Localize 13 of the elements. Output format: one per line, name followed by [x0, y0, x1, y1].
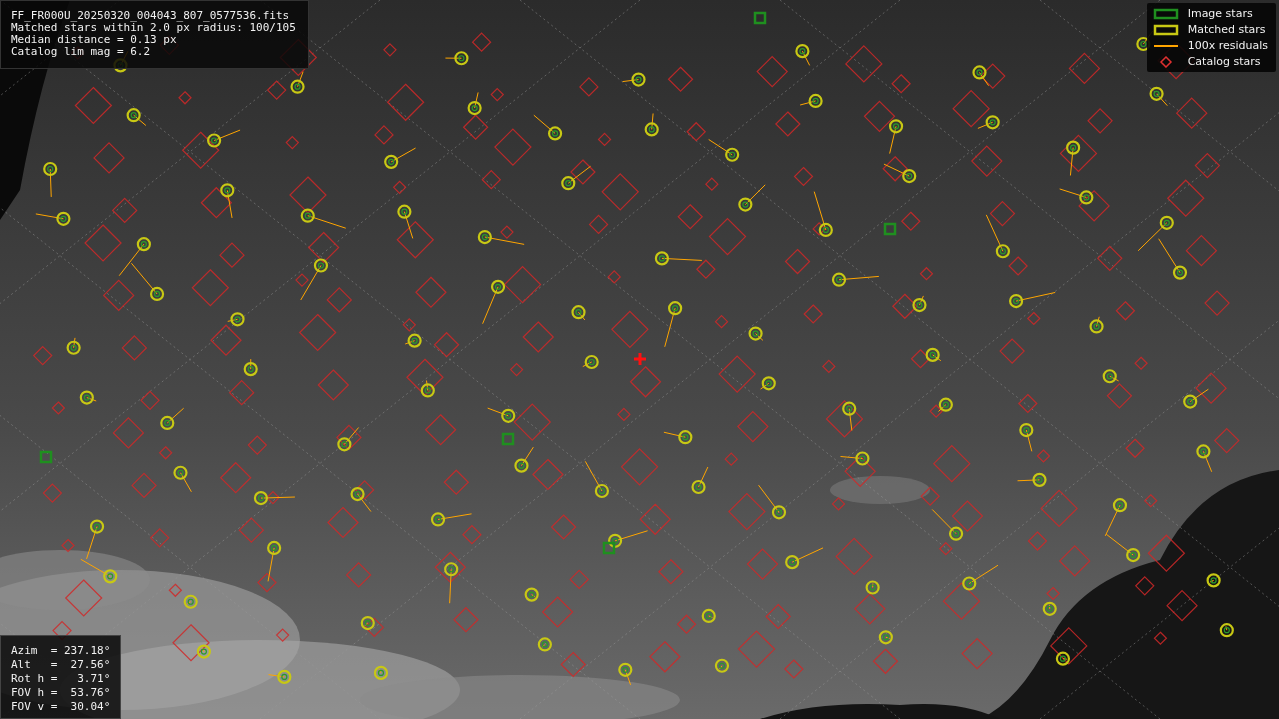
- legend-label: 100x residuals: [1187, 39, 1268, 53]
- info-text: FF_FR000U_20250320_004043_807_0577536.fits: [11, 10, 291, 22]
- pointing-text: Rot h = 3.71°: [11, 672, 111, 686]
- legend-label: Catalog stars: [1187, 55, 1262, 69]
- legend-label: Matched stars: [1187, 23, 1267, 37]
- pointing-text: Alt = 27.56°: [11, 658, 111, 672]
- pointing-text: FOV h = 53.76°: [11, 686, 111, 700]
- info-text: Median distance = 0.13 px: [11, 34, 178, 46]
- pointing-text: Azim = 237.18°: [11, 644, 111, 658]
- pointing-text: FOV v = 30.04°: [11, 700, 111, 714]
- legend-label: Image stars: [1187, 7, 1254, 21]
- info-text: Matched stars within 2.0 px radius: 100/105: [11, 22, 296, 34]
- info-text: Catalog lim mag = 6.2: [11, 46, 152, 58]
